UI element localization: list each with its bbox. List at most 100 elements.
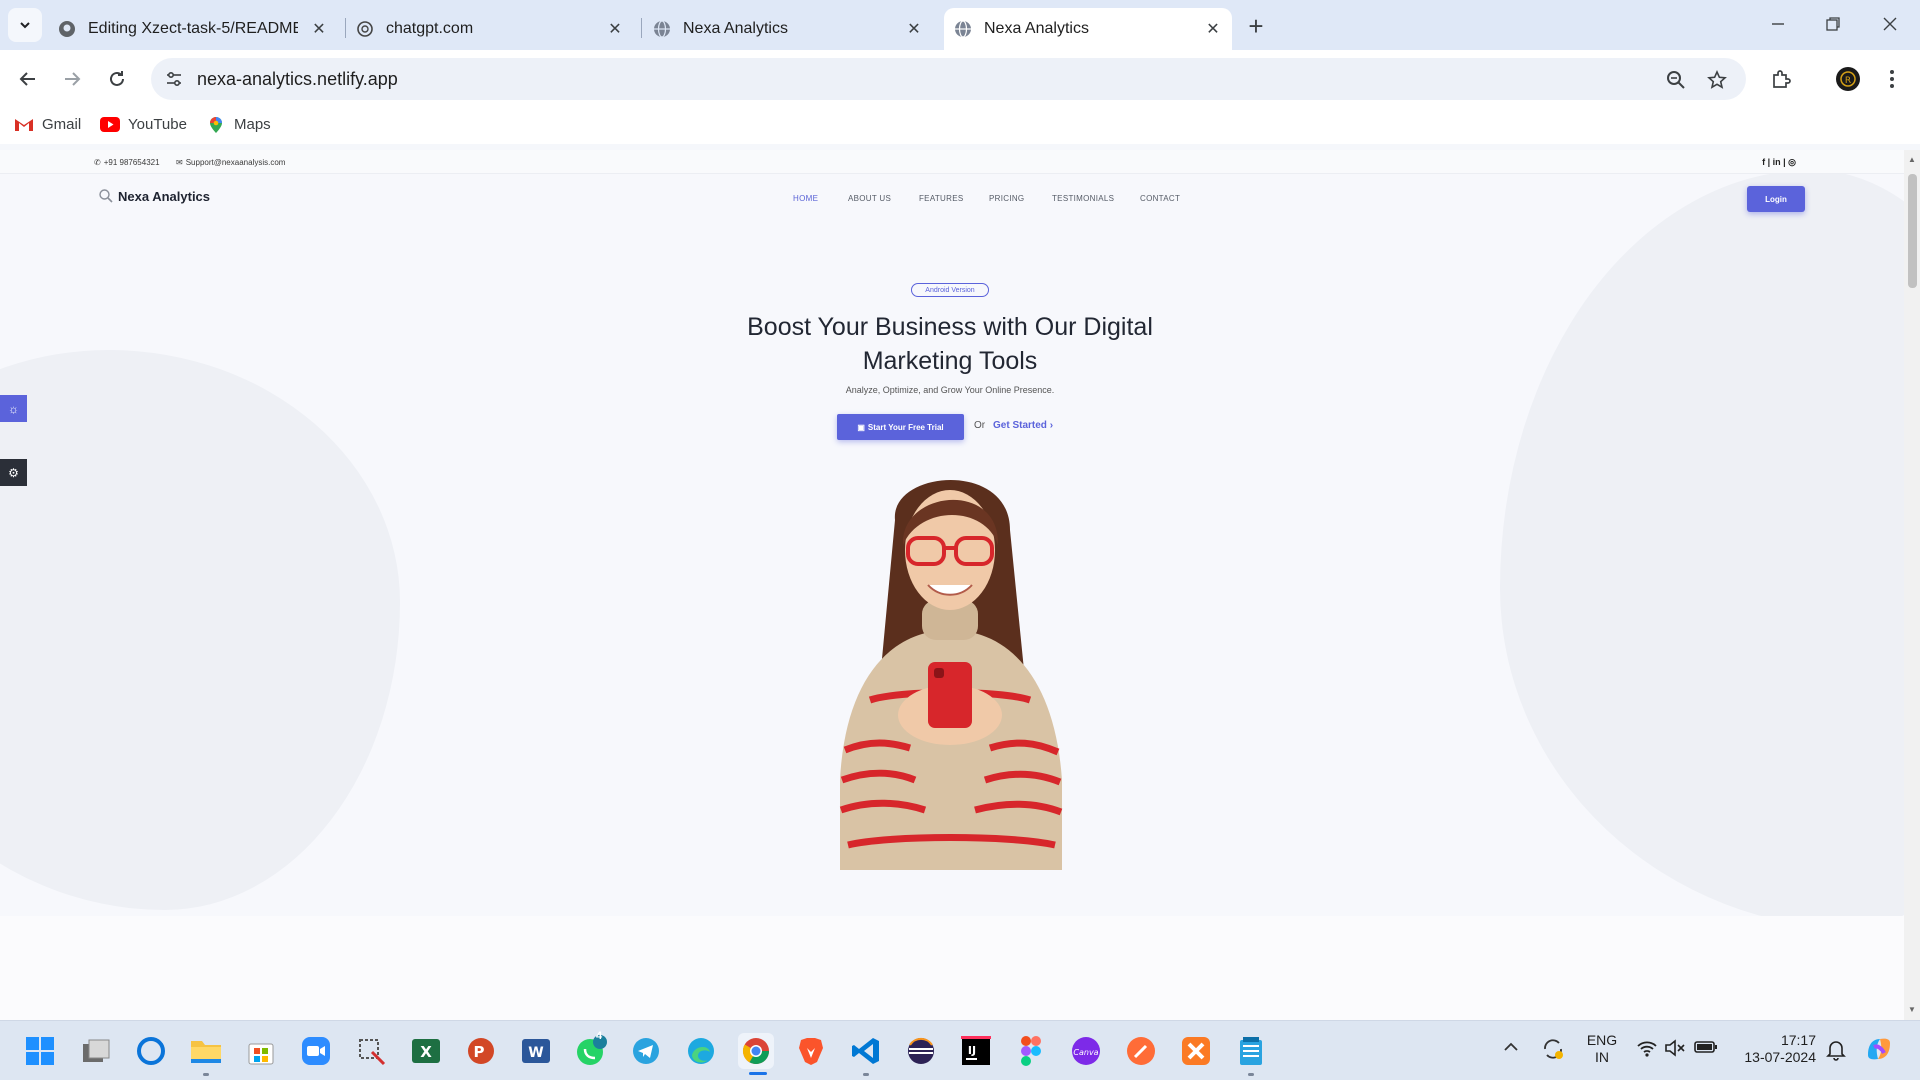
task-view-button[interactable] [78,1033,114,1069]
close-window-button[interactable] [1870,10,1910,38]
figma-button[interactable] [1013,1033,1049,1069]
bookmark-maps[interactable]: Maps [206,116,271,133]
nav-pricing[interactable]: PRICING [989,194,1024,203]
file-explorer-button[interactable] [188,1033,224,1069]
eclipse-button[interactable] [903,1033,939,1069]
svg-text:P: P [474,1043,485,1061]
site-settings-icon[interactable] [163,68,185,90]
zoom-icon[interactable] [1664,68,1688,92]
back-button[interactable] [12,63,44,95]
sync-button[interactable] [1541,1037,1565,1064]
microsoft-store-button[interactable] [243,1033,279,1069]
clock-time: 17:17 [1780,1032,1816,1048]
bookmark-gmail[interactable]: Gmail [14,116,81,133]
figma-icon [1021,1036,1041,1066]
minimize-button[interactable] [1758,10,1798,38]
wifi-icon [1637,1041,1657,1057]
new-tab-button[interactable]: + [1240,11,1272,41]
postman-icon [1127,1037,1155,1065]
running-indicator [1248,1073,1254,1076]
scroll-up-arrow[interactable]: ▲ [1908,156,1916,164]
close-icon[interactable]: ✕ [905,20,923,38]
bookmark-star-icon[interactable] [1705,68,1729,92]
wifi-button[interactable] [1636,1039,1658,1060]
input-language-indicator[interactable]: ENG IN [1584,1032,1620,1066]
nav-features[interactable]: FEATURES [919,194,963,203]
email-address: Support@nexaanalysis.com [185,158,286,167]
xampp-button[interactable] [1178,1033,1214,1069]
nav-about[interactable]: ABOUT US [848,194,891,203]
address-bar[interactable]: nexa-analytics.netlify.app [151,58,1746,100]
page-scrollbar[interactable]: ▲ ▼ [1904,150,1920,1020]
whatsapp-button[interactable]: 4 [573,1030,609,1069]
canva-button[interactable]: Canva [1068,1033,1104,1069]
canva-icon: Canva [1072,1037,1100,1065]
social-links[interactable]: f | in | ◎ [1762,157,1796,168]
hero-title-line: Marketing Tools [862,347,1038,375]
get-started-link[interactable]: Get Started › [993,420,1053,431]
eclipse-icon [908,1038,934,1064]
word-button[interactable]: W [518,1033,554,1069]
brand-logo[interactable]: Nexa Analytics [98,188,210,204]
show-hidden-icons-button[interactable] [1503,1039,1519,1055]
login-button[interactable]: Login [1747,186,1805,212]
chevron-right-icon: › [1049,420,1054,431]
excel-button[interactable]: X [408,1033,444,1069]
vscode-button[interactable] [848,1033,884,1069]
copilot-button[interactable] [1864,1035,1894,1066]
site-navbar: Nexa Analytics HOME ABOUT US FEATURES PR… [0,174,1904,224]
forward-button[interactable] [56,63,88,95]
notifications-button[interactable] [1826,1039,1846,1064]
close-icon[interactable]: ✕ [1204,20,1222,38]
scroll-down-arrow[interactable]: ▼ [1908,1006,1916,1014]
chrome-button[interactable] [738,1033,774,1069]
bookmark-label: YouTube [128,116,187,133]
maps-icon [206,116,226,133]
phone-contact[interactable]: ✆ +91 987654321 [94,158,160,167]
browser-menu-button[interactable] [1877,64,1907,94]
link-label: Get Started [993,420,1047,431]
bookmark-youtube[interactable]: YouTube [100,116,187,133]
extensions-button[interactable] [1766,64,1796,94]
settings-button[interactable]: ⚙ [0,459,27,486]
browser-tab-bar: Editing Xzect-task-5/README.m ✕ chatgpt.… [0,0,1920,50]
edge-button[interactable] [683,1033,719,1069]
powerpoint-button[interactable]: P [463,1033,499,1069]
tab-search-button[interactable] [8,8,42,42]
start-button[interactable] [22,1033,58,1069]
theme-toggle-button[interactable]: ☼ [0,395,27,422]
excel-icon: X [412,1039,440,1063]
chevron-down-icon [20,22,30,29]
battery-button[interactable] [1694,1039,1718,1058]
cortana-button[interactable] [133,1033,169,1069]
close-icon [1883,17,1897,31]
postman-button[interactable] [1123,1033,1159,1069]
clock[interactable]: 17:17 13-07-2024 [1736,1032,1816,1066]
tab-chatgpt[interactable]: chatgpt.com ✕ [356,8,634,50]
volume-button[interactable] [1664,1039,1686,1060]
free-trial-button[interactable]: ▣ Start Your Free Trial [837,414,964,440]
brave-button[interactable] [793,1033,829,1069]
close-icon[interactable]: ✕ [310,20,328,38]
tab-github[interactable]: Editing Xzect-task-5/README.m ✕ [58,8,338,50]
email-contact[interactable]: ✉ Support@nexaanalysis.com [176,158,285,167]
snipping-tool-button[interactable] [353,1033,389,1069]
nav-contact[interactable]: CONTACT [1140,194,1180,203]
profile-avatar[interactable]: R [1833,64,1863,94]
close-icon[interactable]: ✕ [606,20,624,38]
reload-button[interactable] [101,63,133,95]
scrollbar-thumb[interactable] [1908,174,1917,288]
restore-button[interactable] [1813,10,1853,38]
youtube-icon [100,117,120,133]
notepad-button[interactable] [1233,1033,1269,1069]
intellij-button[interactable]: IJ [958,1033,994,1069]
nav-home[interactable]: HOME [793,194,818,203]
bell-icon [1826,1041,1846,1061]
zoom-app-button[interactable] [298,1033,334,1069]
tab-nexa-1[interactable]: Nexa Analytics ✕ [653,8,933,50]
nav-testimonials[interactable]: TESTIMONIALS [1052,194,1114,203]
tab-nexa-active[interactable]: Nexa Analytics ✕ [944,8,1232,50]
telegram-button[interactable] [628,1033,664,1069]
hero-title: Boost Your Business with Our Digital Mar… [700,310,1200,378]
tab-divider [345,18,346,38]
